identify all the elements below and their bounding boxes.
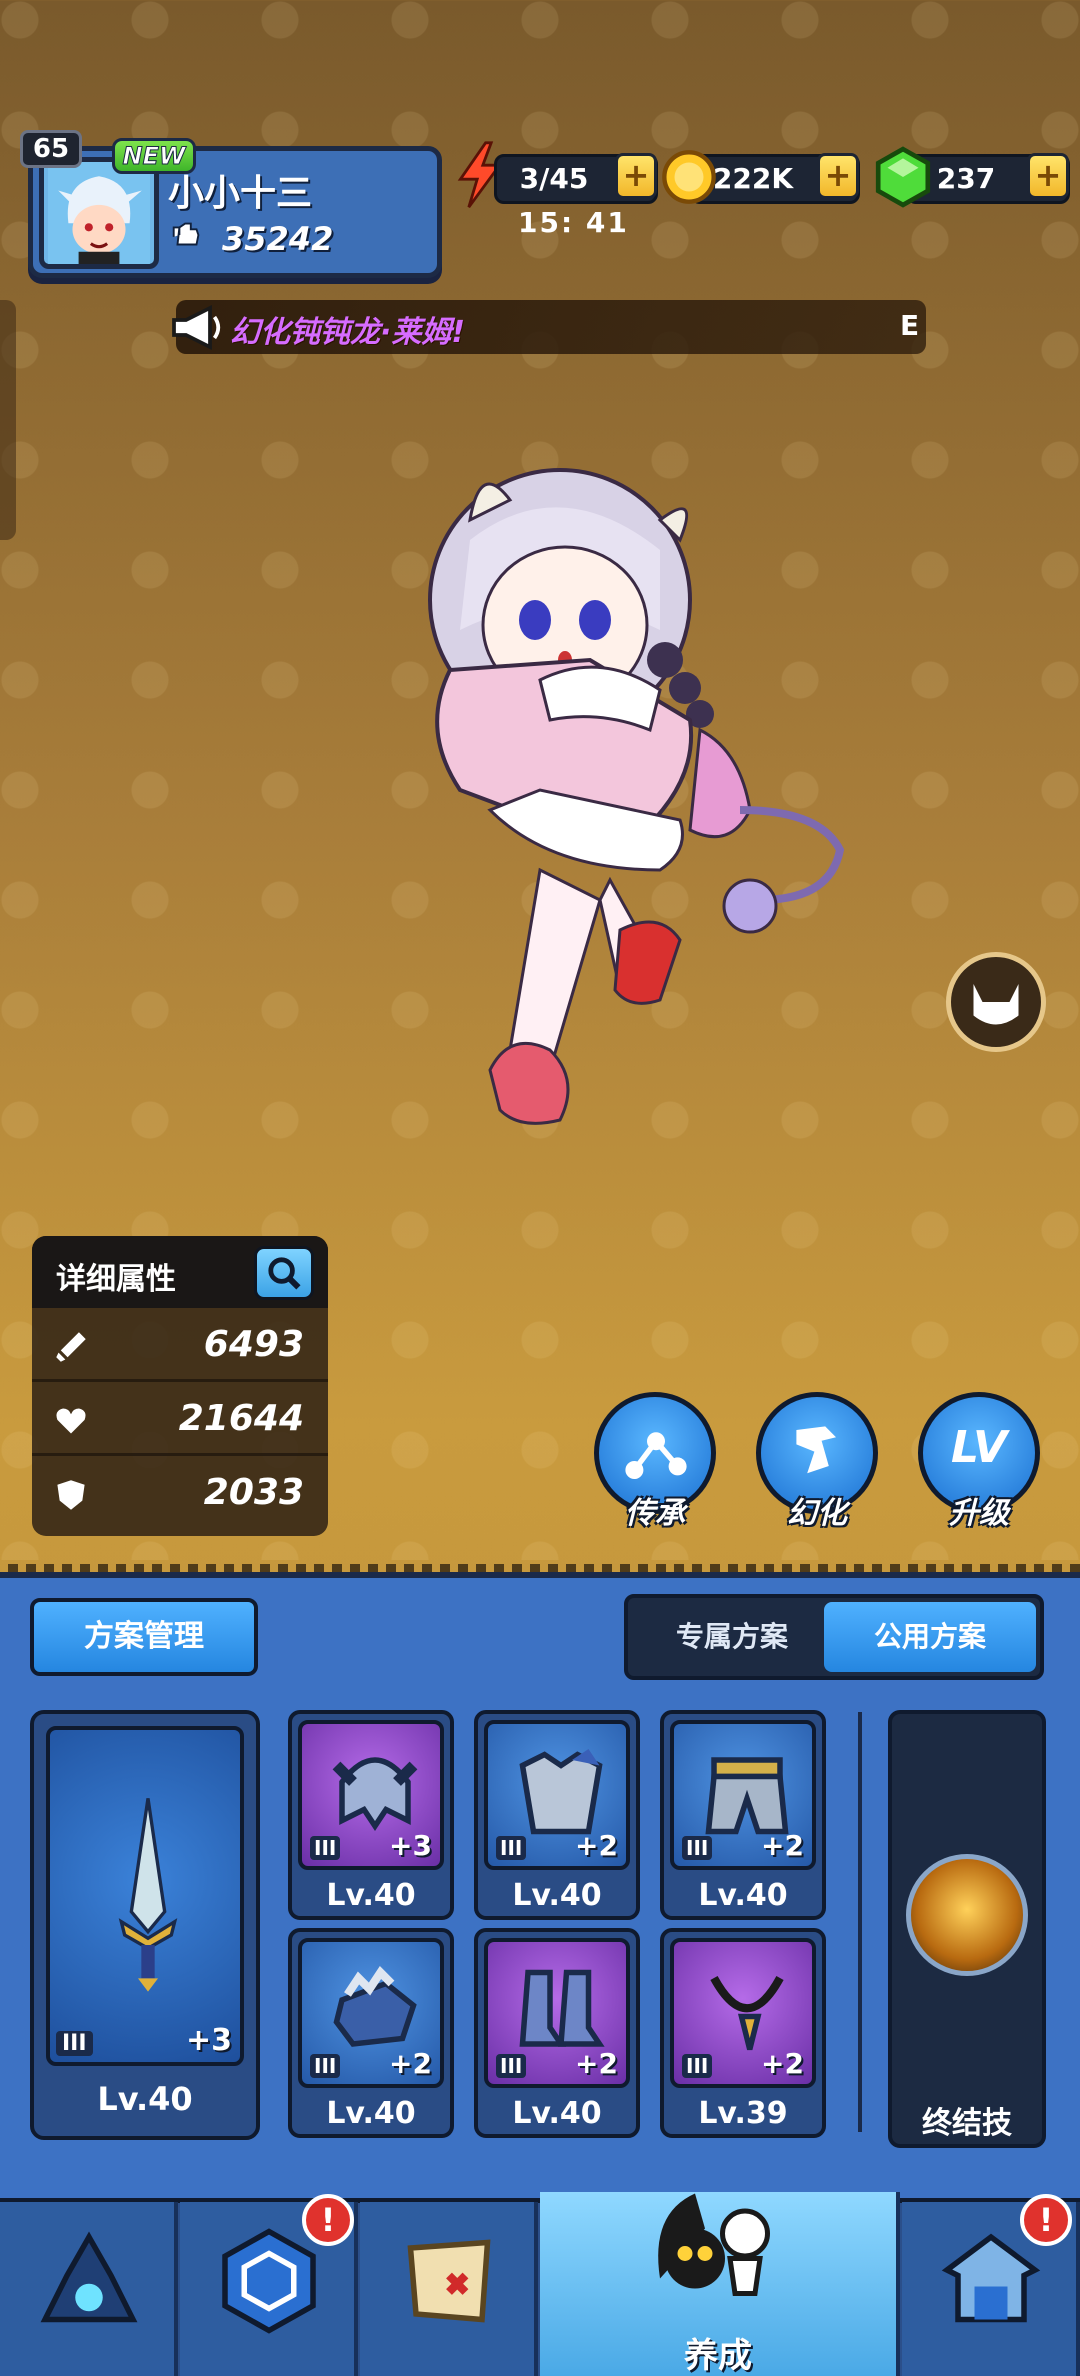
nav-alert-badge: ! (1020, 2194, 1072, 2246)
plan-manage-button[interactable]: 方案管理 (30, 1598, 258, 1676)
attack-value: 6493 (203, 1324, 304, 1365)
gear-plus: +2 (575, 1829, 618, 1862)
gear-level: Lv.40 (698, 1878, 788, 1913)
nav-tab-develop[interactable]: 养成 (540, 2192, 900, 2376)
gear-frame: III +2 (484, 1938, 630, 2088)
shop-house-icon (941, 2233, 1041, 2323)
stat-row-attack: 6493 (32, 1308, 328, 1382)
gear-frame: III +2 (670, 1938, 816, 2088)
inherit-button[interactable]: 传承 (590, 1392, 720, 1531)
weapon-level: Lv.40 (97, 2080, 193, 2118)
skin-switch-button[interactable] (946, 952, 1046, 1052)
gem-icon (875, 146, 931, 208)
upgrade-button[interactable]: LV 升级 (914, 1392, 1044, 1531)
nav-label: 养成 (684, 2336, 752, 2376)
stats-header: 详细属性 (32, 1236, 328, 1308)
ultimate-skill-slot[interactable]: 终结技 (888, 1710, 1046, 2148)
magnifier-icon (268, 1257, 301, 1290)
ultimate-label: 终结技 (922, 2106, 1012, 2141)
stamina-pill: 3/45 + (494, 153, 658, 204)
stat-row-hp: 21644 (32, 1382, 328, 1456)
sword-icon (56, 1332, 86, 1362)
nav-tab-map[interactable] (360, 2202, 538, 2376)
coins-add-button[interactable]: + (817, 153, 859, 199)
gems-add-button[interactable]: + (1027, 153, 1069, 199)
gear-plus: +2 (389, 2047, 432, 2080)
weapon-frame: III +3 (46, 1726, 244, 2066)
fist-power-icon (172, 222, 200, 246)
nav-tab-battle[interactable] (0, 2202, 178, 2376)
gear-level: Lv.40 (512, 1878, 602, 1913)
gear-slot-armor[interactable]: III +2 Lv.40 (474, 1710, 640, 1920)
gear-level: Lv.40 (326, 1878, 416, 1913)
defense-value: 2033 (203, 1472, 304, 1513)
inherit-label: 传承 (625, 1496, 685, 1531)
dragon-icon (796, 1426, 836, 1474)
power-value: 35242 (222, 220, 334, 258)
avatar-portrait-icon (48, 162, 150, 264)
plan-toggle: 专属方案 公用方案 (624, 1594, 1044, 1680)
level-badge: 65 (20, 130, 82, 168)
weapon-slot[interactable]: III +3 Lv.40 (30, 1710, 260, 2140)
upgrade-label: 升级 (949, 1496, 1009, 1531)
stamina-value: 3/45 (519, 162, 589, 195)
weapon-tier: III (56, 2031, 93, 2056)
ultimate-orb-icon (906, 1854, 1028, 1976)
side-drawer-tab[interactable] (0, 300, 16, 540)
gear-tier: III (682, 1836, 713, 1860)
gear-slot-boots[interactable]: III +2 Lv.40 (474, 1928, 640, 2138)
stamina-add-button[interactable]: + (615, 153, 657, 199)
gear-level: Lv.39 (698, 2096, 788, 2131)
transform-button[interactable]: 幻化 (752, 1392, 882, 1531)
hero-mascot-icon (658, 2193, 770, 2296)
gear-slot-necklace[interactable]: III +2 Lv.39 (660, 1928, 826, 2138)
gear-slot-helmet[interactable]: III +3 Lv.40 (288, 1710, 454, 1920)
gear-plus: +2 (761, 1829, 804, 1862)
panel-divider (858, 1712, 862, 2132)
hex-card-icon (222, 2228, 316, 2334)
crystal-castle-icon (40, 2231, 138, 2323)
gear-tier: III (310, 2054, 341, 2078)
heart-icon (56, 1408, 86, 1434)
hp-value: 21644 (178, 1398, 304, 1439)
megaphone-icon (172, 304, 221, 351)
nav-alert-badge: ! (302, 2194, 354, 2246)
gear-tier: III (496, 1836, 527, 1860)
gear-frame: III +2 (298, 1938, 444, 2088)
player-name: 小小十三 (168, 173, 313, 214)
lv-up-icon: LV (950, 1422, 1008, 1473)
stats-detail-button[interactable] (254, 1246, 314, 1300)
gear-slot-gloves[interactable]: III +2 Lv.40 (288, 1928, 454, 2138)
transform-label: 幻化 (787, 1496, 847, 1531)
announcement-tail: E (900, 309, 920, 342)
weapon-plus: +3 (185, 2023, 232, 2058)
gear-frame: III +2 (484, 1720, 630, 1870)
gear-tier: III (310, 1836, 341, 1860)
shield-icon (57, 1480, 85, 1510)
announcement-text: 幻化钝钝龙·莱姆! (230, 315, 466, 350)
gear-plus: +2 (575, 2047, 618, 2080)
coin-icon (662, 150, 716, 204)
gear-frame: III +3 (298, 1720, 444, 1870)
stat-row-defense: 2033 (32, 1456, 328, 1530)
gear-level: Lv.40 (326, 2096, 416, 2131)
treasure-map-icon (407, 2239, 491, 2323)
gear-tier: III (496, 2054, 527, 2078)
gear-frame: III +2 (670, 1720, 816, 1870)
nodes-icon (625, 1432, 687, 1479)
gear-slot-pants[interactable]: III +2 Lv.40 (660, 1710, 826, 1920)
gear-plus: +3 (389, 1829, 432, 1862)
gear-plus: +2 (761, 2047, 804, 2080)
stamina-timer: 15: 41 (518, 206, 629, 239)
gear-level: Lv.40 (512, 2096, 602, 2131)
stats-title: 详细属性 (56, 1262, 176, 1297)
cat-mask-icon (973, 984, 1019, 1025)
gear-tier: III (682, 2054, 713, 2078)
tab-exclusive-plan[interactable]: 专属方案 (632, 1602, 832, 1672)
sword-weapon-icon (118, 1798, 178, 1992)
tab-shared-plan[interactable]: 公用方案 (824, 1602, 1036, 1672)
stats-panel: 详细属性 6493 21644 2033 (32, 1236, 328, 1536)
character-model[interactable] (360, 430, 900, 1220)
